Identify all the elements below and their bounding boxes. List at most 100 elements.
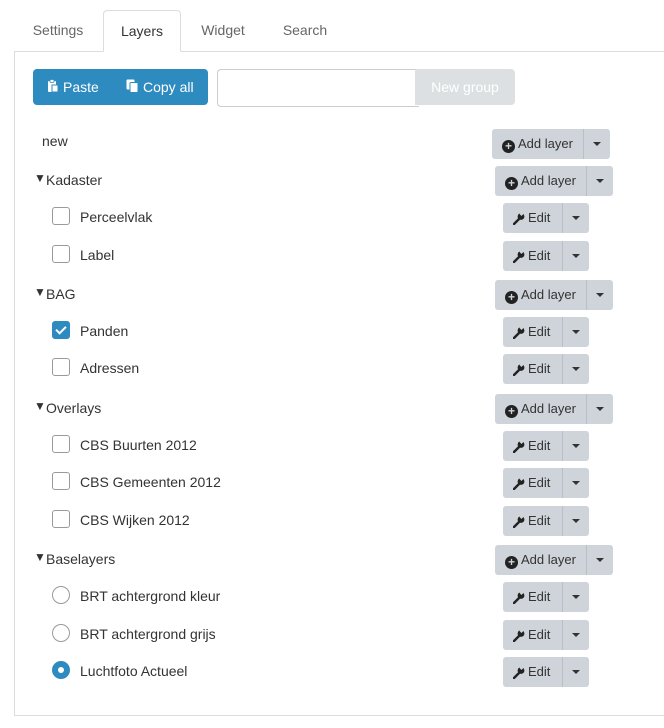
chevron-down-icon[interactable] [562, 506, 589, 536]
edit-main[interactable]: Edit [503, 431, 550, 461]
edit-button[interactable]: Edit [503, 657, 589, 687]
chevron-down-icon[interactable] [562, 241, 589, 271]
wrench-icon [512, 320, 525, 350]
radio-button[interactable] [52, 661, 70, 679]
wrench-icon [512, 660, 525, 690]
checkbox[interactable] [52, 321, 70, 339]
chevron-down-icon[interactable] [562, 431, 589, 461]
add-layer-button[interactable]: + Add layer [495, 545, 613, 575]
edit-button[interactable]: Edit [503, 241, 589, 271]
collapse-toggle-icon[interactable]: ▼ [34, 171, 46, 185]
layer-row: Label Edit [0, 240, 664, 271]
add-layer-label: Add layer [518, 136, 573, 151]
add-layer-label: Add layer [521, 401, 576, 416]
edit-button[interactable]: Edit [503, 620, 589, 650]
edit-label: Edit [528, 589, 551, 604]
group-row: ▼ BAG + Add layer [0, 279, 664, 310]
layer-label: CBS Buurten 2012 [80, 437, 197, 453]
add-layer-label: Add layer [521, 552, 576, 567]
edit-main[interactable]: Edit [503, 582, 550, 612]
chevron-down-icon[interactable] [562, 582, 589, 612]
group-label: new [42, 133, 68, 149]
edit-main[interactable]: Edit [503, 354, 550, 384]
chevron-down-icon[interactable] [562, 620, 589, 650]
chevron-down-icon[interactable] [562, 354, 589, 384]
checkbox[interactable] [52, 435, 70, 453]
group-label: Baselayers [46, 551, 116, 567]
group-row: new + Add layer [0, 128, 664, 159]
layer-row: CBS Wijken 2012 Edit [0, 505, 664, 536]
edit-main[interactable]: Edit [503, 203, 550, 233]
wrench-icon [512, 357, 525, 387]
edit-label: Edit [528, 627, 551, 642]
chevron-down-icon[interactable] [562, 657, 589, 687]
edit-button[interactable]: Edit [503, 506, 589, 536]
layer-label: CBS Wijken 2012 [80, 512, 190, 528]
layer-row: Adressen Edit [0, 353, 664, 384]
edit-button[interactable]: Edit [503, 582, 589, 612]
tab-settings[interactable]: Settings [18, 10, 98, 50]
paste-button[interactable]: Paste [33, 69, 117, 105]
collapse-toggle-icon[interactable]: ▼ [34, 550, 46, 564]
checkbox[interactable] [52, 245, 70, 263]
add-layer-button[interactable]: + Add layer [495, 394, 613, 424]
add-layer-main[interactable]: + Add layer [495, 545, 576, 575]
edit-label: Edit [528, 248, 551, 263]
edit-main[interactable]: Edit [503, 657, 550, 687]
add-layer-main[interactable]: + Add layer [495, 280, 576, 310]
edit-button[interactable]: Edit [503, 354, 589, 384]
copy-icon [126, 70, 139, 106]
edit-main[interactable]: Edit [503, 468, 550, 498]
add-layer-main[interactable]: + Add layer [492, 129, 573, 159]
layer-row: BRT achtergrond grijs Edit [0, 619, 664, 650]
collapse-toggle-icon[interactable]: ▼ [34, 285, 46, 299]
chevron-down-icon[interactable] [562, 203, 589, 233]
edit-button[interactable]: Edit [503, 203, 589, 233]
tab-search[interactable]: Search [267, 10, 343, 50]
chevron-down-icon[interactable] [562, 468, 589, 498]
radio-button[interactable] [52, 586, 70, 604]
layer-row: Panden Edit [0, 316, 664, 347]
group-name-input[interactable] [217, 69, 419, 107]
add-layer-button[interactable]: + Add layer [495, 280, 613, 310]
add-layer-main[interactable]: + Add layer [495, 166, 576, 196]
checkbox[interactable] [52, 472, 70, 490]
edit-main[interactable]: Edit [503, 317, 550, 347]
radio-button[interactable] [52, 624, 70, 642]
wrench-icon [512, 244, 525, 274]
edit-label: Edit [528, 475, 551, 490]
plus-circle-icon: + [505, 177, 518, 190]
tab-layers[interactable]: Layers [103, 10, 181, 52]
add-layer-button[interactable]: + Add layer [495, 166, 613, 196]
layer-label: Label [80, 247, 115, 263]
edit-button[interactable]: Edit [503, 468, 589, 498]
group-label: Kadaster [46, 172, 103, 188]
edit-main[interactable]: Edit [503, 620, 550, 650]
chevron-down-icon[interactable] [562, 317, 589, 347]
chevron-down-icon[interactable] [586, 280, 613, 310]
copy-all-button[interactable]: Copy all [117, 69, 208, 105]
add-layer-button[interactable]: + Add layer [492, 129, 610, 159]
wrench-icon [512, 509, 525, 539]
checkbox[interactable] [52, 358, 70, 376]
chevron-down-icon[interactable] [586, 545, 613, 575]
edit-main[interactable]: Edit [503, 506, 550, 536]
add-layer-main[interactable]: + Add layer [495, 394, 576, 424]
chevron-down-icon[interactable] [586, 394, 613, 424]
new-group-button[interactable]: New group [415, 69, 515, 105]
chevron-down-icon[interactable] [586, 166, 613, 196]
chevron-down-icon[interactable] [583, 129, 610, 159]
tab-widget[interactable]: Widget [184, 10, 262, 50]
layer-row: CBS Gemeenten 2012 Edit [0, 467, 664, 498]
plus-circle-icon: + [505, 556, 518, 569]
edit-label: Edit [528, 438, 551, 453]
checkbox[interactable] [52, 207, 70, 225]
plus-circle-icon: + [505, 405, 518, 418]
collapse-toggle-icon[interactable]: ▼ [34, 399, 46, 413]
wrench-icon [512, 434, 525, 464]
edit-button[interactable]: Edit [503, 317, 589, 347]
checkbox[interactable] [52, 510, 70, 528]
edit-label: Edit [528, 361, 551, 376]
edit-button[interactable]: Edit [503, 431, 589, 461]
edit-main[interactable]: Edit [503, 241, 550, 271]
